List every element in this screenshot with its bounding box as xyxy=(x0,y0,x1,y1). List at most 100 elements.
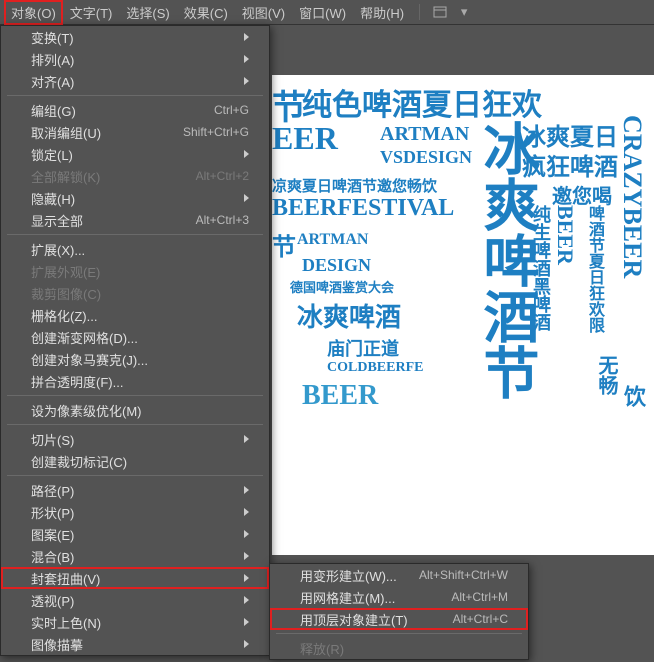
menubar-object[interactable]: 对象(O) xyxy=(4,0,63,25)
canvas-text: COLDBEERFE xyxy=(327,360,423,376)
menu-item[interactable]: 显示全部Alt+Ctrl+3 xyxy=(1,209,269,231)
menu-item-label: 取消编组(U) xyxy=(31,123,163,142)
canvas-text-vertical: 饮 xyxy=(617,385,649,407)
submenu-item-shortcut: Alt+Ctrl+M xyxy=(451,590,508,604)
submenu-arrow-icon xyxy=(244,508,249,516)
menubar-text[interactable]: 文字(T) xyxy=(63,0,120,25)
submenu-arrow-icon xyxy=(244,596,249,604)
menu-item[interactable]: 形状(P) xyxy=(1,501,269,523)
menu-item[interactable]: 栅格化(Z)... xyxy=(1,304,269,326)
submenu-arrow-icon xyxy=(244,574,249,582)
canvas-text: 德国啤酒鉴赏大会 xyxy=(290,277,394,296)
menu-item[interactable]: 封套扭曲(V) xyxy=(1,567,269,589)
submenu-item[interactable]: 用顶层对象建立(T) Alt+Ctrl+C xyxy=(270,608,528,630)
menu-item-label: 排列(A) xyxy=(31,50,236,69)
menu-separator xyxy=(7,424,263,425)
canvas-text: EER xyxy=(272,120,338,157)
menubar-help[interactable]: 帮助(H) xyxy=(353,0,411,25)
dropdown-arrow-icon[interactable]: ▾ xyxy=(452,3,476,21)
menu-separator xyxy=(7,95,263,96)
submenu-item[interactable]: 用网格建立(M)... Alt+Ctrl+M xyxy=(270,586,528,608)
canvas-text: 冰爽啤酒 xyxy=(297,297,401,334)
canvas-text: 纯色啤酒夏日狂欢 xyxy=(302,80,542,124)
menu-item-label: 路径(P) xyxy=(31,481,236,500)
menubar-window[interactable]: 窗口(W) xyxy=(292,0,353,25)
menubar-select[interactable]: 选择(S) xyxy=(119,0,176,25)
menu-item[interactable]: 设为像素级优化(M) xyxy=(1,399,269,421)
menu-item[interactable]: 图案(E) xyxy=(1,523,269,545)
canvas-text-vertical: 啤酒节夏日狂欢限 xyxy=(582,205,606,333)
canvas[interactable]: 节纯色啤酒夏日狂欢EERARTMAN冰爽夏日VSDESIGN疯狂啤酒凉爽夏日啤酒… xyxy=(272,75,654,555)
menu-item-label: 栅格化(Z)... xyxy=(31,306,249,325)
canvas-text: BEER xyxy=(302,380,378,412)
menu-item[interactable]: 创建对象马赛克(J)... xyxy=(1,348,269,370)
menu-item-shortcut: Alt+Ctrl+2 xyxy=(196,169,249,183)
menu-item-label: 透视(P) xyxy=(31,591,236,610)
menu-item[interactable]: 创建渐变网格(D)... xyxy=(1,326,269,348)
menu-item-label: 变换(T) xyxy=(31,28,236,47)
submenu-arrow-icon xyxy=(244,435,249,443)
canvas-text: BEERFESTIVAL xyxy=(272,195,454,222)
menu-item[interactable]: 透视(P) xyxy=(1,589,269,611)
menu-item[interactable]: 混合(B) xyxy=(1,545,269,567)
submenu-item-label: 用网格建立(M)... xyxy=(300,588,431,607)
menubar-view[interactable]: 视图(V) xyxy=(235,0,292,25)
menu-item-label: 隐藏(H) xyxy=(31,189,236,208)
menu-item[interactable]: 变换(T) xyxy=(1,26,269,48)
menu-item-label: 创建渐变网格(D)... xyxy=(31,328,249,347)
canvas-text: VSDESIGN xyxy=(380,147,472,168)
menu-item[interactable]: 创建裁切标记(C) xyxy=(1,450,269,472)
canvas-text: 节 xyxy=(272,227,296,262)
menu-item[interactable]: 图像描摹 xyxy=(1,633,269,655)
menu-item-label: 创建裁切标记(C) xyxy=(31,452,249,471)
menu-item-label: 显示全部 xyxy=(31,211,176,230)
canvas-text: 凉爽夏日啤酒节邀您畅饮 xyxy=(272,175,437,196)
canvas-text-vertical: BEER xyxy=(552,205,578,265)
submenu-item-label: 释放(R) xyxy=(300,639,508,658)
menu-item[interactable]: 锁定(L) xyxy=(1,143,269,165)
menu-item[interactable]: 切片(S) xyxy=(1,428,269,450)
canvas-text: ARTMAN xyxy=(380,123,469,146)
menubar-effect[interactable]: 效果(C) xyxy=(177,0,235,25)
submenu-arrow-icon xyxy=(244,530,249,538)
menu-item-label: 创建对象马赛克(J)... xyxy=(31,350,249,369)
canvas-text: 庙门正道 xyxy=(327,335,399,361)
menu-item[interactable]: 编组(G) Ctrl+G xyxy=(1,99,269,121)
menu-item-label: 实时上色(N) xyxy=(31,613,236,632)
menu-item[interactable]: 实时上色(N) xyxy=(1,611,269,633)
menu-item-label: 设为像素级优化(M) xyxy=(31,401,249,420)
submenu-item-label: 用变形建立(W)... xyxy=(300,566,399,585)
menu-item-shortcut: Ctrl+G xyxy=(214,103,249,117)
menu-item-label: 锁定(L) xyxy=(31,145,236,164)
menubar: 对象(O) 文字(T) 选择(S) 效果(C) 视图(V) 窗口(W) 帮助(H… xyxy=(0,0,654,25)
submenu-item-shortcut: Alt+Shift+Ctrl+W xyxy=(419,568,508,582)
submenu-arrow-icon xyxy=(244,150,249,158)
menu-item-label: 全部解锁(K) xyxy=(31,167,176,186)
menu-item[interactable]: 拼合透明度(F)... xyxy=(1,370,269,392)
submenu-item[interactable]: 用变形建立(W)... Alt+Shift+Ctrl+W xyxy=(270,564,528,586)
menu-item[interactable]: 取消编组(U)Shift+Ctrl+G xyxy=(1,121,269,143)
menu-item-label: 封套扭曲(V) xyxy=(31,569,236,588)
object-menu: 变换(T) 排列(A) 对齐(A) 编组(G) Ctrl+G 取消编组(U)Shift+C… xyxy=(0,25,270,656)
submenu-item-shortcut: Alt+Ctrl+C xyxy=(453,612,508,626)
menu-item-label: 扩展外观(E) xyxy=(31,262,249,281)
menu-item-label: 对齐(A) xyxy=(31,72,236,91)
submenu-item-label: 用顶层对象建立(T) xyxy=(300,610,433,629)
menu-item-label: 切片(S) xyxy=(31,430,236,449)
menu-item-label: 图像描摹 xyxy=(31,635,236,654)
menu-item-label: 形状(P) xyxy=(31,503,236,522)
menu-item[interactable]: 排列(A) xyxy=(1,48,269,70)
menu-item-label: 扩展(X)... xyxy=(31,240,249,259)
toolbar-icon[interactable] xyxy=(428,3,452,21)
menu-item[interactable]: 隐藏(H) xyxy=(1,187,269,209)
menu-item: 全部解锁(K) Alt+Ctrl+2 xyxy=(1,165,269,187)
submenu-item: 释放(R) xyxy=(270,637,528,659)
menu-separator xyxy=(7,475,263,476)
canvas-text: DESIGN xyxy=(302,255,371,276)
menu-item[interactable]: 路径(P) xyxy=(1,479,269,501)
menu-item: 扩展外观(E) xyxy=(1,260,269,282)
menu-item[interactable]: 对齐(A) xyxy=(1,70,269,92)
menu-item-label: 编组(G) xyxy=(31,101,194,120)
menu-item[interactable]: 扩展(X)... xyxy=(1,238,269,260)
separator xyxy=(419,4,420,20)
